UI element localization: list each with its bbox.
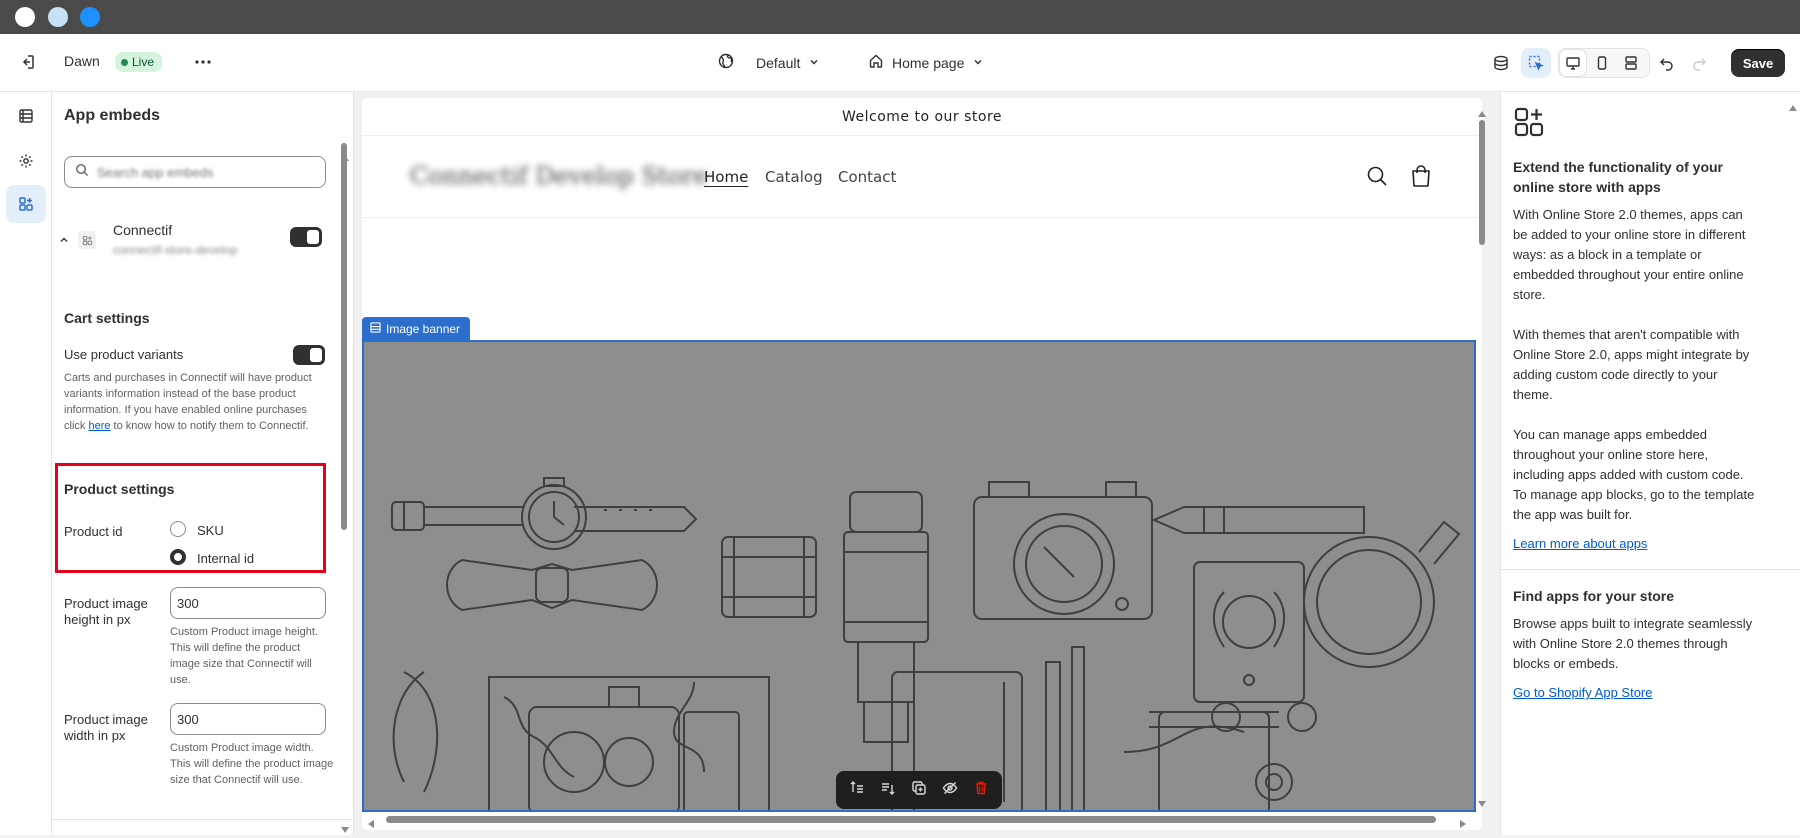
- preview-horizontal-scrollbar[interactable]: [362, 812, 1476, 828]
- cart-settings-title: Cart settings: [64, 310, 150, 326]
- theme-name: Dawn: [64, 53, 100, 69]
- home-icon: [868, 53, 884, 72]
- app-handle: connectif-store-develop: [113, 243, 238, 257]
- full-width-icon[interactable]: [1617, 49, 1645, 77]
- redo-icon[interactable]: [1684, 48, 1714, 78]
- delete-icon[interactable]: [973, 780, 989, 801]
- move-down-icon[interactable]: [880, 780, 896, 801]
- globe-icon: [718, 53, 734, 72]
- banner-tag-label: Image banner: [386, 321, 461, 336]
- use-variants-label: Use product variants: [64, 347, 184, 362]
- scroll-down-icon[interactable]: [1478, 794, 1486, 812]
- exit-icon[interactable]: [12, 47, 42, 77]
- divider: [52, 819, 353, 820]
- cart-settings-help: Carts and purchases in Connectif will ha…: [64, 372, 312, 432]
- info-panel: Extend the functionality of your online …: [1500, 92, 1800, 835]
- save-button[interactable]: Save: [1731, 49, 1785, 77]
- use-variants-toggle[interactable]: [293, 345, 325, 365]
- scroll-up-icon[interactable]: [1789, 98, 1797, 116]
- preview-vertical-scrollbar[interactable]: [1478, 104, 1486, 807]
- status-badge: Live: [115, 52, 163, 72]
- page-selector[interactable]: Home page: [868, 53, 984, 72]
- page-selector-label: Home page: [892, 54, 965, 71]
- info-paragraph-1: With Online Store 2.0 themes, apps can b…: [1513, 207, 1746, 302]
- learn-more-link[interactable]: Learn more about apps: [1513, 536, 1647, 551]
- image-width-help: Custom Product image width. This will de…: [170, 742, 334, 786]
- image-banner[interactable]: [362, 340, 1476, 812]
- find-apps-paragraph: Browse apps built to integrate seamlessl…: [1513, 616, 1753, 671]
- preview-vertical-thumb[interactable]: [1479, 120, 1485, 245]
- store-header: Connectif Develop Store Home Catalog Con…: [362, 136, 1482, 218]
- nav-catalog[interactable]: Catalog: [765, 168, 823, 186]
- info-paragraph-2: With themes that aren't compatible with …: [1513, 327, 1750, 402]
- market-selector-label: Default: [756, 54, 801, 71]
- chevron-down-icon: [972, 55, 984, 71]
- move-up-icon[interactable]: [849, 780, 865, 801]
- desktop-icon[interactable]: [1559, 49, 1587, 77]
- section-toolbar: [836, 771, 1002, 809]
- duplicate-icon[interactable]: [911, 780, 927, 801]
- store-logo[interactable]: Connectif Develop Store: [410, 162, 708, 190]
- divider: [1501, 569, 1800, 570]
- scroll-left-icon[interactable]: [368, 815, 374, 833]
- window-titlebar: [0, 0, 1800, 34]
- image-width-label: Product image width in px: [64, 712, 148, 743]
- select-mode-icon[interactable]: [1521, 48, 1551, 78]
- find-apps-heading: Find apps for your store: [1513, 588, 1675, 604]
- sections-icon[interactable]: [11, 101, 41, 131]
- app-name: Connectif: [113, 222, 173, 238]
- image-height-input[interactable]: [170, 587, 326, 619]
- panel-scrollbar[interactable]: [341, 143, 347, 530]
- image-height-label: Product image height in px: [64, 596, 148, 627]
- app-icon: [78, 231, 96, 249]
- panel-title: App embeds: [64, 107, 161, 124]
- inspector-icon[interactable]: [1486, 48, 1516, 78]
- gear-icon[interactable]: [11, 146, 41, 176]
- highlight-box: [55, 463, 326, 573]
- search-icon[interactable]: [1366, 165, 1388, 192]
- section-icon: [370, 321, 381, 336]
- search-input[interactable]: [97, 164, 297, 180]
- maximize-window-button[interactable]: [80, 7, 100, 27]
- scroll-down-icon[interactable]: [341, 820, 349, 838]
- scroll-right-icon[interactable]: [1460, 815, 1466, 833]
- undo-icon[interactable]: [1652, 48, 1682, 78]
- hide-icon[interactable]: [942, 780, 958, 801]
- app-store-link[interactable]: Go to Shopify App Store: [1513, 685, 1652, 700]
- banner-illustration: [391, 477, 1461, 810]
- mobile-icon[interactable]: [1588, 49, 1616, 77]
- announcement-bar: Welcome to our store: [362, 98, 1482, 136]
- image-width-input[interactable]: [170, 703, 326, 735]
- scroll-up-icon[interactable]: [341, 148, 349, 166]
- info-heading: Extend the functionality of your online …: [1513, 159, 1724, 195]
- live-dot-icon: [121, 58, 128, 66]
- app-embed-toggle[interactable]: [290, 227, 322, 247]
- preview-horizontal-thumb[interactable]: [386, 816, 1436, 823]
- image-height-help: Custom Product image height. This will d…: [170, 626, 318, 686]
- banner-section-tag[interactable]: Image banner: [362, 317, 471, 340]
- cart-icon[interactable]: [1410, 164, 1432, 193]
- apps-add-icon: [1513, 106, 1545, 143]
- more-horizontal-icon[interactable]: [188, 47, 218, 77]
- search-box: [64, 156, 326, 188]
- editor-rail: [0, 92, 52, 835]
- minimize-window-button[interactable]: [48, 7, 68, 27]
- nav-contact[interactable]: Contact: [838, 168, 896, 186]
- chevron-down-icon: [808, 55, 820, 71]
- apps-icon[interactable]: [6, 185, 46, 223]
- nav-home[interactable]: Home: [704, 168, 748, 186]
- search-icon: [75, 163, 89, 182]
- close-window-button[interactable]: [15, 7, 35, 27]
- chevron-up-icon[interactable]: [58, 233, 70, 251]
- help-link[interactable]: here: [88, 420, 110, 432]
- info-paragraph-3: You can manage apps embedded throughout …: [1513, 427, 1755, 522]
- market-selector[interactable]: Default: [718, 53, 820, 72]
